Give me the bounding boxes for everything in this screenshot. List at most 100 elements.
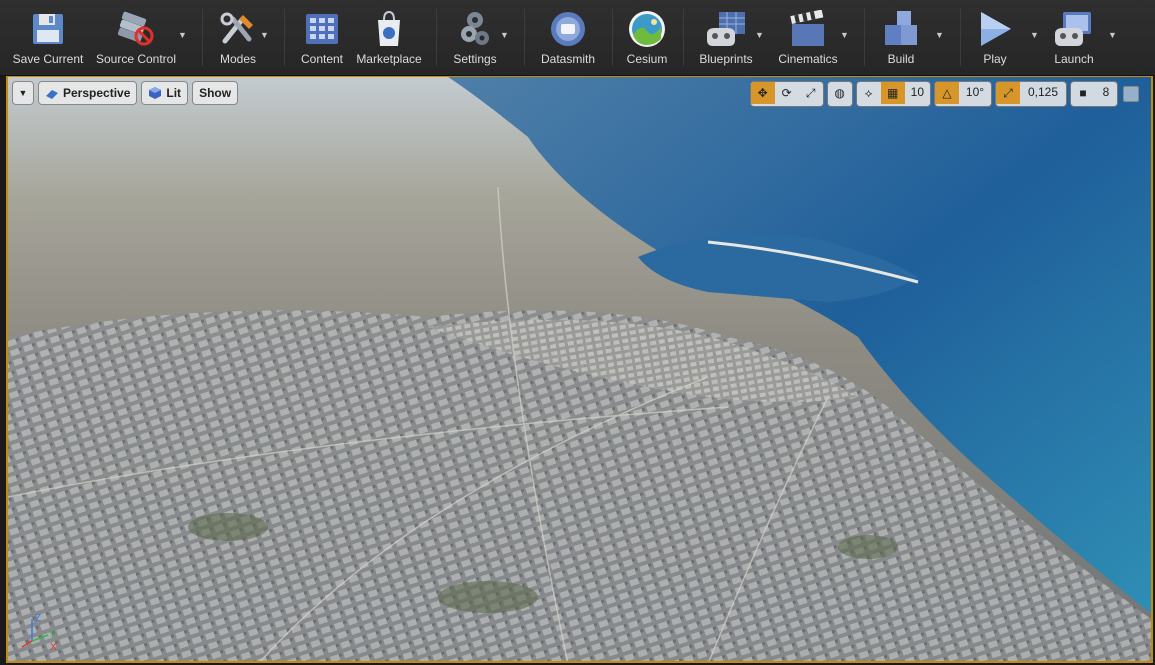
chevron-down-icon: ▼ <box>18 88 28 98</box>
cinematics-label: Cinematics <box>778 52 838 66</box>
play-button[interactable]: Play <box>972 0 1018 70</box>
source-control-label: Source Control <box>95 52 177 66</box>
content-label: Content <box>300 52 344 66</box>
toolbar-separator <box>284 8 285 66</box>
coordinate-system-group: ◍ <box>826 81 853 107</box>
scale-snap-group: ⤢ 0,125 <box>995 81 1067 107</box>
camera-speed-value[interactable]: 8 <box>1095 82 1117 106</box>
grid-icon: ▦ <box>886 86 899 100</box>
globe-icon: ◍ <box>834 86 845 100</box>
axis-gizmo: Z Y X <box>21 613 57 651</box>
play-dropdown-arrow[interactable]: ▼ <box>1030 30 1039 40</box>
translate-mode-button[interactable]: ✥ <box>750 82 775 104</box>
toolbar-separator <box>864 8 865 66</box>
transform-mode-group: ✥ ⟳ ⤢ <box>749 81 824 107</box>
show-flags-button[interactable]: Show <box>192 81 239 105</box>
move-arrows-icon: ✥ <box>757 86 768 100</box>
cesium-label: Cesium <box>626 52 668 66</box>
source-control-dropdown-arrow[interactable]: ▼ <box>178 30 187 40</box>
toolbar-separator <box>612 8 613 66</box>
toolbar-separator <box>960 8 961 66</box>
blueprints-button[interactable]: Blueprints <box>694 0 758 70</box>
level-viewport[interactable]: ▼ Perspective Lit Show ✥ ⟳ ⤢ ◍ ⟡ ▦ 10 △ … <box>6 76 1153 663</box>
source-control-icon <box>115 8 157 50</box>
blueprints-dropdown-arrow[interactable]: ▼ <box>755 30 764 40</box>
source-control-button[interactable]: Source Control <box>94 0 178 70</box>
marketplace-button[interactable]: Marketplace <box>354 0 424 70</box>
cesium-button[interactable]: Cesium <box>622 0 672 70</box>
datasmith-label: Datasmith <box>540 52 596 66</box>
scale-snap-toggle[interactable]: ⤢ <box>996 82 1020 104</box>
scale-mode-button[interactable]: ⤢ <box>799 82 823 104</box>
camera-icon: ■ <box>1079 86 1087 100</box>
build-button[interactable]: Build <box>876 0 926 70</box>
marketplace-label: Marketplace <box>356 52 422 66</box>
build-label: Build <box>887 52 915 66</box>
settings-button[interactable]: Settings <box>446 0 504 70</box>
camera-speed-group: ■ 8 <box>1070 81 1118 107</box>
camera-speed-button[interactable]: ■ <box>1071 82 1095 104</box>
lit-view-mode-button[interactable]: Lit <box>141 81 189 105</box>
datasmith-icon <box>547 8 589 50</box>
grid-snap-value[interactable]: 10 <box>905 82 930 106</box>
surface-snap-button[interactable]: ⟡ <box>857 82 881 104</box>
grid-snap-group: ⟡ ▦ 10 <box>855 81 931 107</box>
toolbar-separator <box>524 8 525 66</box>
settings-label: Settings <box>453 52 497 66</box>
settings-gears-icon <box>454 8 496 50</box>
show-label: Show <box>199 86 232 100</box>
launch-dropdown-arrow[interactable]: ▼ <box>1108 30 1117 40</box>
datasmith-button[interactable]: Datasmith <box>536 0 600 70</box>
axis-x-label: X <box>50 642 57 651</box>
blueprints-label: Blueprints <box>699 52 753 66</box>
toolbar-separator <box>436 8 437 66</box>
play-icon <box>974 8 1016 50</box>
rotate-icon: ⟳ <box>781 86 792 100</box>
toolbar-separator <box>683 8 684 66</box>
launch-icon <box>1053 8 1095 50</box>
lit-cube-icon <box>148 86 162 100</box>
perspective-view-button[interactable]: Perspective <box>38 81 138 105</box>
content-button[interactable]: Content <box>296 0 348 70</box>
grid-snap-toggle[interactable]: ▦ <box>880 82 905 104</box>
content-grid-icon <box>301 8 343 50</box>
angle-icon: △ <box>942 86 952 100</box>
rotation-snap-group: △ 10° <box>934 81 992 107</box>
axis-z-label: Z <box>35 613 41 624</box>
build-blocks-icon <box>880 8 922 50</box>
modes-icon <box>217 8 259 50</box>
clapperboard-icon <box>787 8 829 50</box>
marketplace-bag-icon <box>368 8 410 50</box>
main-toolbar: Save Current Source Control ▼ Modes ▼ Co… <box>0 0 1155 76</box>
blueprints-icon <box>705 8 747 50</box>
modes-label: Modes <box>219 52 257 66</box>
scale-arrow-icon: ⤢ <box>1003 85 1013 100</box>
world-coordinates-button[interactable]: ◍ <box>828 82 852 104</box>
launch-button[interactable]: Launch <box>1048 0 1100 70</box>
rotation-snap-toggle[interactable]: △ <box>935 82 959 104</box>
maximize-viewport-button[interactable] <box>1123 86 1139 102</box>
modes-button[interactable]: Modes <box>210 0 266 70</box>
cinematics-dropdown-arrow[interactable]: ▼ <box>840 30 849 40</box>
aerial-city-scene <box>8 77 1151 661</box>
viewport-right-controls: ✥ ⟳ ⤢ ◍ ⟡ ▦ 10 △ 10° ⤢ 0,125 ■ 8 <box>749 81 1139 107</box>
save-current-label: Save Current <box>12 52 84 66</box>
viewport-left-controls: ▼ Perspective Lit Show <box>12 81 239 105</box>
rotation-snap-value[interactable]: 10° <box>959 82 991 106</box>
settings-dropdown-arrow[interactable]: ▼ <box>500 30 509 40</box>
rotate-mode-button[interactable]: ⟳ <box>775 82 799 104</box>
modes-dropdown-arrow[interactable]: ▼ <box>260 30 269 40</box>
launch-label: Launch <box>1054 52 1094 66</box>
lit-label: Lit <box>166 86 182 100</box>
scale-snap-value[interactable]: 0,125 <box>1020 82 1066 106</box>
viewport-options-dropdown[interactable]: ▼ <box>12 81 34 105</box>
scale-icon: ⤢ <box>805 85 816 100</box>
build-dropdown-arrow[interactable]: ▼ <box>935 30 944 40</box>
toolbar-separator <box>202 8 203 66</box>
perspective-icon <box>45 86 59 100</box>
cinematics-button[interactable]: Cinematics <box>774 0 842 70</box>
axis-y-label: Y <box>49 630 56 641</box>
save-current-button[interactable]: Save Current <box>10 0 86 70</box>
perspective-label: Perspective <box>63 86 131 100</box>
floppy-disk-icon <box>27 8 69 50</box>
